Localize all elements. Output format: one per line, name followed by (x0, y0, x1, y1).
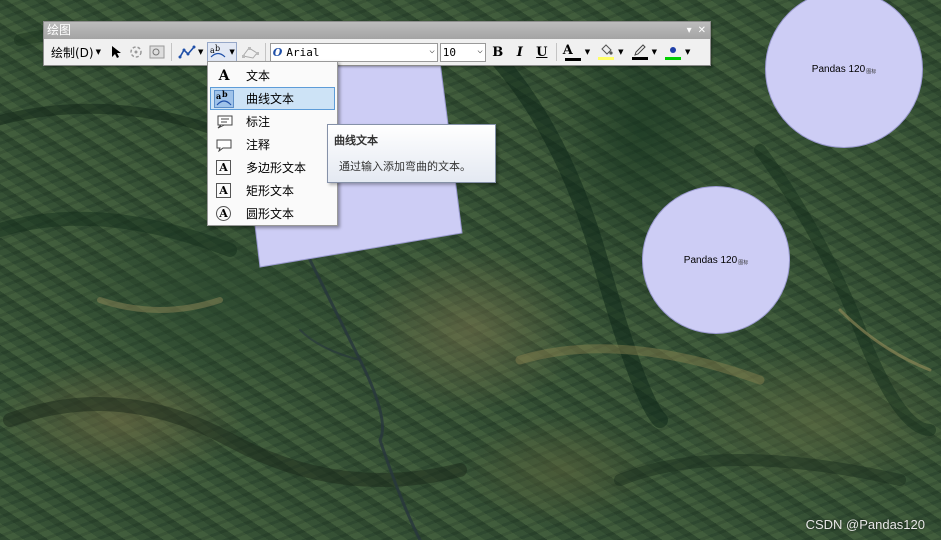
balloon-icon (213, 135, 235, 155)
underline-button[interactable]: U (532, 42, 552, 62)
toolbar-title: 绘图 (47, 23, 72, 37)
menu-item-label: 曲线文本 (246, 92, 295, 106)
line-tool-button[interactable]: ▼ (176, 42, 205, 62)
chevron-down-icon: ▼ (95, 48, 101, 56)
paint-bucket-icon (601, 44, 613, 55)
watermark: CSDN @Pandas120 (805, 517, 925, 532)
opentype-icon: O (272, 45, 283, 59)
menu-item-label: 多边形文本 (246, 161, 307, 175)
curve-text-icon: ab (210, 44, 226, 58)
marker-color-button[interactable]: ▼ (661, 42, 692, 62)
menu-item-label: 矩形文本 (246, 184, 295, 198)
menu-item-label: 文本 (246, 69, 271, 83)
italic-button[interactable]: I (510, 42, 530, 62)
menu-item-label: 标注 (246, 115, 271, 129)
menu-item-polygon-text[interactable]: A 多边形文本 (210, 156, 335, 179)
pointer-arrow-icon (112, 46, 121, 58)
fill-color-swatch (598, 57, 615, 60)
line-color-swatch (631, 57, 648, 60)
font-size-value: 10 (442, 45, 457, 59)
chevron-down-icon: ▼ (198, 48, 204, 56)
rectangle-text-icon: A (216, 183, 231, 198)
chevron-down-icon: ▼ (618, 48, 624, 56)
callout-icon (213, 112, 235, 132)
line-color-button[interactable]: ▼ (628, 42, 659, 62)
menu-item-callout[interactable]: 标注 (210, 110, 335, 133)
separator (555, 43, 557, 61)
svg-text:b: b (215, 44, 220, 53)
chevron-down-icon: ▼ (584, 48, 591, 56)
chevron-down-icon: ▼ (684, 48, 691, 56)
zoom-to-selected-button[interactable] (147, 42, 167, 62)
rotate-icon (130, 46, 142, 58)
rotate-button[interactable] (127, 42, 145, 62)
text-tool-button[interactable]: ab ▼ (207, 42, 237, 62)
separator (264, 43, 266, 61)
svg-text:b: b (222, 90, 228, 99)
menu-item-curved-text[interactable]: ab 曲线文本 (210, 87, 335, 110)
chevron-down-icon: ⌵ (429, 45, 435, 56)
circle-text: Pandas 120 (811, 63, 866, 75)
curve-text-icon: ab (213, 89, 235, 109)
font-color-button[interactable]: A ▼ (561, 42, 592, 62)
marker-color-swatch (664, 57, 681, 60)
tooltip: 曲线文本 通过输入添加弯曲的文本。 (327, 124, 496, 183)
zoom-selected-icon (149, 45, 165, 59)
circle-subtext: 图标 (738, 259, 749, 266)
circle-text: Pandas 120 (683, 254, 738, 266)
font-name-value: Arial (286, 45, 320, 59)
tooltip-title: 曲线文本 (334, 134, 378, 147)
chevron-down-icon: ▼ (651, 48, 657, 56)
menu-item-text[interactable]: A 文本 (210, 64, 335, 87)
select-elements-button[interactable] (107, 42, 125, 62)
marker-dot-icon (669, 47, 676, 53)
edit-vertices-button[interactable] (239, 42, 261, 62)
draw-menu-label: 绘制(D) (51, 45, 94, 60)
font-name-select[interactable]: O Arial ⌵ (269, 42, 438, 62)
font-color-icon: A (562, 42, 573, 58)
drawing-toolbar: 绘图 ▾ ✕ 绘制(D) ▼ ▼ ab ▼ O Arial ⌵ 10 ⌵ B I… (43, 21, 711, 66)
toolbar-titlebar[interactable]: 绘图 ▾ ✕ (44, 22, 710, 39)
tooltip-body: 通过输入添加弯曲的文本。 (339, 160, 471, 173)
menu-item-label: 圆形文本 (246, 207, 295, 221)
circle-graphic[interactable]: Pandas 120 图标 (642, 186, 790, 334)
menu-item-balloon[interactable]: 注释 (210, 133, 335, 156)
svg-text:a: a (216, 91, 221, 101)
text-tool-menu: A 文本 ab 曲线文本 标注 注释 A 多边形文本 A 矩形文本 A 圆形文本 (207, 61, 338, 226)
polygon-text-icon: A (216, 160, 231, 175)
edit-vertices-icon (241, 47, 259, 59)
font-size-select[interactable]: 10 ⌵ (439, 42, 486, 62)
menu-item-rectangle-text[interactable]: A 矩形文本 (210, 179, 335, 202)
circle-subtext: 图标 (866, 68, 877, 75)
toolbar-options-icon[interactable]: ▾ (687, 22, 692, 39)
menu-item-circle-text[interactable]: A 圆形文本 (210, 202, 335, 225)
font-color-swatch (564, 57, 581, 61)
menu-item-label: 注释 (246, 138, 271, 152)
draw-menu-button[interactable]: 绘制(D) ▼ (47, 42, 105, 62)
close-icon[interactable]: ✕ (698, 22, 706, 39)
chevron-down-icon: ▼ (229, 48, 235, 56)
text-icon: A (218, 67, 230, 84)
chevron-down-icon: ⌵ (477, 45, 483, 56)
circle-text-icon: A (216, 206, 231, 221)
pen-icon (633, 44, 646, 56)
fill-color-button[interactable]: ▼ (594, 42, 625, 62)
separator (171, 43, 172, 61)
bold-button[interactable]: B (488, 42, 508, 62)
polyline-icon (178, 45, 196, 59)
